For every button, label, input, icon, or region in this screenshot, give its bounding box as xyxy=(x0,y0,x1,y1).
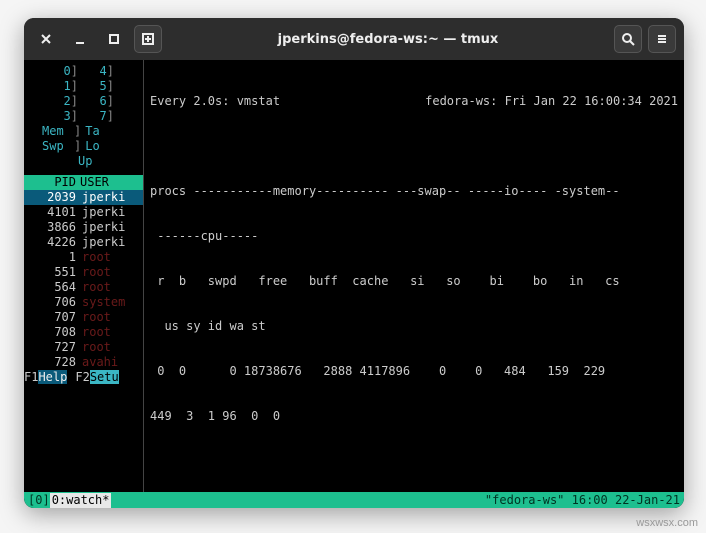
window-title: jperkins@fedora-ws:~ — tmux xyxy=(162,32,614,47)
uptime-row: Up xyxy=(24,154,143,169)
process-row[interactable]: 3866jperki xyxy=(24,220,143,235)
f2-setup[interactable]: F2Setu xyxy=(75,370,118,385)
tmux-session: [0] xyxy=(28,493,50,508)
f1-help[interactable]: F1Help xyxy=(24,370,67,385)
process-row[interactable]: 4101jperki xyxy=(24,205,143,220)
watch-header: Every 2.0s: vmstat fedora-ws: Fri Jan 22… xyxy=(150,94,678,109)
watermark: wsxwsx.com xyxy=(636,517,698,529)
swp-row: Swp] Lo xyxy=(24,139,143,154)
vmstat-line: us sy id wa st xyxy=(150,319,678,334)
process-row[interactable]: 706system xyxy=(24,295,143,310)
menu-button[interactable] xyxy=(648,25,676,53)
tmux-window-current[interactable]: 0:watch* xyxy=(50,493,112,508)
watch-host-time: fedora-ws: Fri Jan 22 16:00:34 2021 xyxy=(425,94,678,109)
htop-fkeys: F1Help F2Setu xyxy=(24,370,143,385)
process-row[interactable]: 708root xyxy=(24,325,143,340)
maximize-icon xyxy=(107,32,121,46)
vmstat-line: r b swpd free buff cache si so bi bo in … xyxy=(150,274,678,289)
vmstat-line: 0 0 0 18738676 2888 4117896 0 0 484 159 … xyxy=(150,364,678,379)
col-user: USER xyxy=(80,175,109,190)
titlebar: jperkins@fedora-ws:~ — tmux xyxy=(24,18,684,60)
tmux-pane-right-vmstat[interactable]: Every 2.0s: vmstat fedora-ws: Fri Jan 22… xyxy=(144,60,684,492)
process-row[interactable]: 551root xyxy=(24,265,143,280)
process-row[interactable]: 2039jperki xyxy=(24,190,143,205)
plus-box-icon xyxy=(141,32,155,46)
cpu-row-0: 0] 4] xyxy=(24,64,143,79)
search-button[interactable] xyxy=(614,25,642,53)
col-pid: PID xyxy=(26,175,80,190)
vmstat-line: 449 3 1 96 0 0 xyxy=(150,409,678,424)
mem-row: Mem] Ta xyxy=(24,124,143,139)
process-row[interactable]: 1root xyxy=(24,250,143,265)
watch-interval: Every 2.0s: vmstat xyxy=(150,94,280,109)
minimize-button[interactable] xyxy=(66,25,94,53)
maximize-button[interactable] xyxy=(100,25,128,53)
cpu-row-2: 2] 6] xyxy=(24,94,143,109)
process-list[interactable]: 2039jperki4101jperki3866jperki4226jperki… xyxy=(24,190,143,370)
tmux-panes: 0] 4] 1] 5] 2] 6] 3] 7] Mem] Ta xyxy=(24,60,684,492)
minimize-icon xyxy=(73,32,87,46)
search-icon xyxy=(621,32,635,46)
close-icon xyxy=(39,32,53,46)
vmstat-line: ------cpu----- xyxy=(150,229,678,244)
process-row[interactable]: 707root xyxy=(24,310,143,325)
close-button[interactable] xyxy=(32,25,60,53)
process-row[interactable]: 727root xyxy=(24,340,143,355)
terminal-window: jperkins@fedora-ws:~ — tmux 0] 4] 1] 5] xyxy=(24,18,684,508)
process-row[interactable]: 728avahi xyxy=(24,355,143,370)
tmux-pane-left-htop[interactable]: 0] 4] 1] 5] 2] 6] 3] 7] Mem] Ta xyxy=(24,60,144,492)
process-row[interactable]: 4226jperki xyxy=(24,235,143,250)
new-tab-button[interactable] xyxy=(134,25,162,53)
tmux-status-right: "fedora-ws" 16:00 22-Jan-21 xyxy=(485,493,680,508)
terminal-body[interactable]: 0] 4] 1] 5] 2] 6] 3] 7] Mem] Ta xyxy=(24,60,684,508)
cpu-row-1: 1] 5] xyxy=(24,79,143,94)
process-table-header: PID USER xyxy=(24,175,143,190)
tmux-status-bar: [0] 0:watch* "fedora-ws" 16:00 22-Jan-21 xyxy=(24,492,684,508)
vmstat-line: procs -----------memory---------- ---swa… xyxy=(150,184,678,199)
hamburger-icon xyxy=(655,32,669,46)
process-row[interactable]: 564root xyxy=(24,280,143,295)
cpu-row-3: 3] 7] xyxy=(24,109,143,124)
